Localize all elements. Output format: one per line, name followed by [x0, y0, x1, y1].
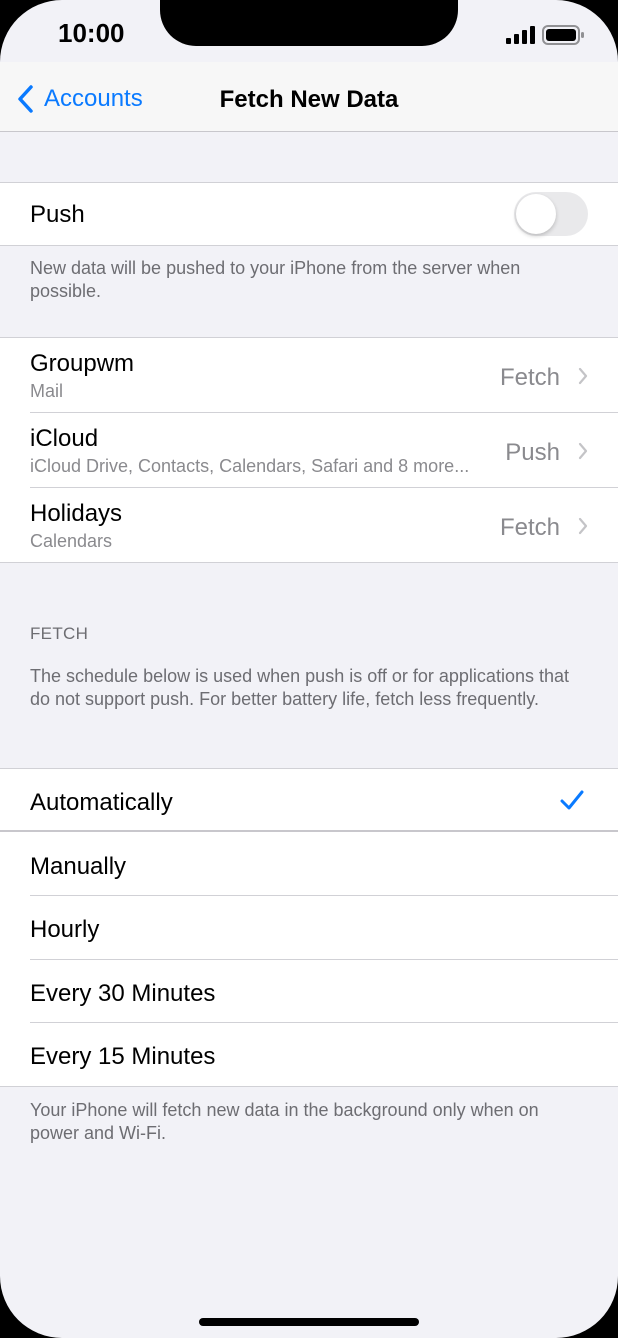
page-title: Fetch New Data — [219, 86, 399, 113]
fetch-option-manually[interactable]: Manually — [0, 832, 618, 896]
fetch-section-header: FETCH — [30, 624, 89, 643]
account-row-groupwm[interactable]: Groupwm Mail Fetch — [0, 338, 618, 413]
account-row-icloud[interactable]: iCloud iCloud Drive, Contacts, Calendars… — [0, 413, 618, 488]
navigation-bar: Accounts Fetch New Data — [0, 62, 618, 132]
account-detail: Calendars — [30, 531, 113, 551]
accounts-group: Groupwm Mail Fetch iCloud iCloud Drive, … — [0, 337, 618, 563]
fetch-option-label: Every 15 Minutes — [30, 1043, 216, 1070]
push-footer: New data will be pushed to your iPhone f… — [30, 258, 521, 301]
chevron-right-icon — [578, 517, 588, 535]
account-fetch-mode: Fetch — [499, 514, 560, 541]
account-fetch-mode: Push — [505, 439, 560, 466]
status-time: 10:00 — [58, 18, 125, 48]
fetch-option-label: Automatically — [30, 789, 173, 816]
push-group: Push — [0, 182, 618, 246]
battery-icon — [542, 25, 584, 45]
fetch-option-every-30-minutes[interactable]: Every 30 Minutes — [0, 960, 618, 1023]
account-name: Holidays — [30, 500, 123, 527]
home-indicator[interactable] — [199, 1318, 419, 1326]
fetch-option-hourly[interactable]: Hourly — [0, 896, 618, 960]
account-detail: iCloud Drive, Contacts, Calendars, Safar… — [30, 456, 470, 476]
fetch-option-label: Hourly — [30, 916, 100, 943]
notch — [160, 0, 458, 46]
cellular-signal-icon — [506, 26, 535, 44]
fetch-footer: Your iPhone will fetch new data in the b… — [30, 1100, 539, 1143]
fetch-option-label: Every 30 Minutes — [30, 980, 216, 1007]
fetch-description: The schedule below is used when push is … — [30, 666, 569, 709]
chevron-right-icon — [578, 442, 588, 460]
phone-screen: 10:00 Accounts Fetch New Data Push New d… — [0, 0, 618, 1338]
account-name: Groupwm — [30, 350, 135, 377]
push-toggle[interactable] — [514, 192, 588, 236]
account-fetch-mode: Fetch — [499, 364, 560, 391]
account-detail: Mail — [30, 381, 64, 401]
push-label: Push — [30, 201, 85, 228]
push-row: Push — [0, 183, 618, 245]
account-name: iCloud — [30, 425, 99, 452]
fetch-option-label: Manually — [30, 853, 127, 880]
checkmark-icon — [560, 790, 584, 810]
status-bar: 10:00 — [0, 0, 618, 62]
fetch-options-group: Automatically Manually Hourly Every 30 M… — [0, 768, 618, 1087]
chevron-right-icon — [578, 367, 588, 385]
toggle-knob — [516, 194, 556, 234]
fetch-option-every-15-minutes[interactable]: Every 15 Minutes — [0, 1023, 618, 1086]
account-row-holidays[interactable]: Holidays Calendars Fetch — [0, 488, 618, 562]
fetch-option-automatically[interactable]: Automatically — [0, 769, 618, 832]
